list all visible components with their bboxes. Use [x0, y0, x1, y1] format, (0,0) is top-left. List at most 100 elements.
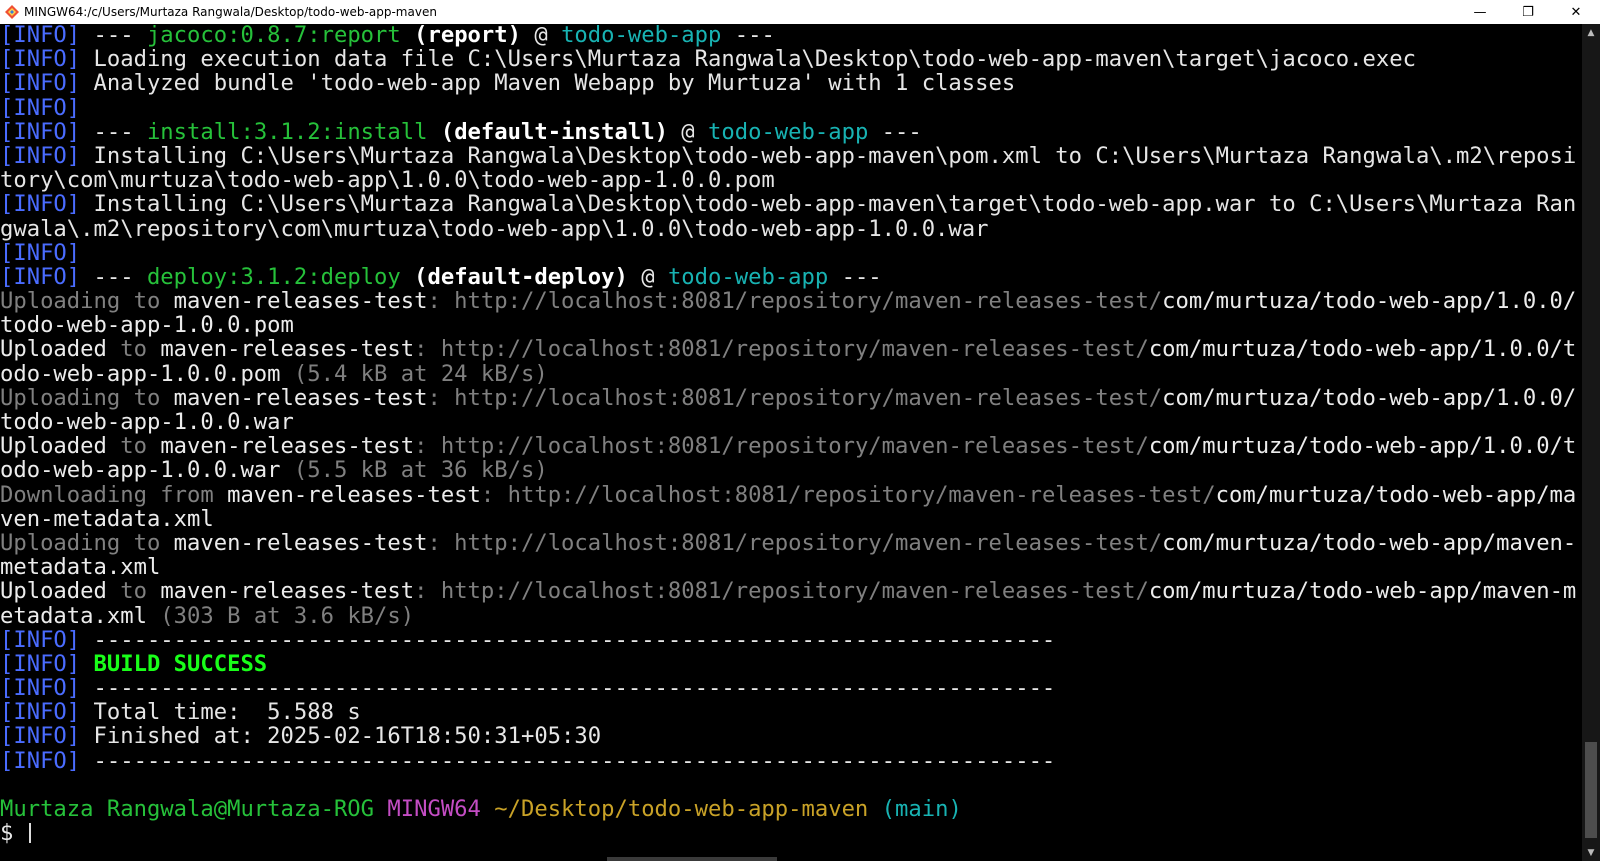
terminal-text: : http://localhost:8081/repository/maven…: [414, 336, 1149, 363]
terminal-line: Murtaza Rangwala@Murtaza-ROG MINGW64 ~/D…: [0, 797, 1582, 821]
window-title: MINGW64:/c/Users/Murtaza Rangwala/Deskto…: [24, 5, 437, 19]
scroll-down-arrow-icon[interactable]: ▼: [1582, 844, 1600, 861]
terminal-text: todo-web-app-1.0.0.war: [0, 409, 294, 435]
terminal-text: ~/Desktop/todo-web-app-maven: [494, 796, 869, 822]
log-level-tag: [INFO]: [0, 699, 81, 726]
terminal-text: ----------------------------------------…: [80, 747, 1056, 774]
terminal-text: metadata.xml: [0, 554, 161, 581]
terminal-text: to: [106, 578, 161, 605]
terminal-line: etadata.xml (303 B at 3.6 kB/s): [0, 602, 1582, 629]
terminal-text: com/murtuza/todo-web-app/1.0.0/t: [1148, 433, 1577, 460]
terminal-line: [INFO] Total time: 5.588 s: [0, 700, 1582, 724]
terminal-line: odo-web-app-1.0.0.pom (5.4 kB at 24 kB/s…: [0, 362, 1582, 386]
terminal-text: ---: [721, 23, 775, 48]
log-level-tag: [INFO]: [0, 747, 81, 774]
terminal-line: Uploading to maven-releases-test: http:/…: [0, 386, 1582, 410]
terminal-text: todo-web-app: [561, 23, 722, 48]
terminal-text: maven-releases-test: [173, 384, 428, 411]
log-level-tag: [INFO]: [0, 191, 81, 218]
prompt-line[interactable]: $: [0, 821, 1582, 845]
terminal-text: ven-metadata.xml: [0, 505, 214, 532]
terminal-line: [INFO] ---------------------------------…: [0, 628, 1582, 652]
terminal-text: Total time: 5.588 s: [80, 699, 361, 726]
terminal-text: (report): [400, 23, 521, 48]
terminal-text: ----------------------------------------…: [80, 626, 1056, 653]
terminal-line: [INFO] Analyzed bundle 'todo-web-app Mav…: [0, 71, 1582, 95]
terminal-text: Finished at: 2025-02-16T18:50:31+05:30: [80, 723, 602, 750]
terminal-text: Downloading from: [0, 481, 228, 508]
terminal-text: MINGW64: [387, 796, 481, 822]
scrollbar-thumb[interactable]: [1585, 742, 1597, 838]
terminal-text: maven-releases-test: [173, 529, 428, 556]
terminal-text: : http://localhost:8081/repository/maven…: [480, 481, 1216, 508]
terminal-text: install:3.1.2:install: [146, 118, 428, 145]
log-level-tag: [INFO]: [0, 118, 81, 145]
terminal-line: todo-web-app-1.0.0.pom: [0, 313, 1582, 337]
terminal-text: ---: [80, 23, 147, 48]
terminal-line: [INFO] Installing C:\Users\Murtaza Rangw…: [0, 192, 1582, 216]
terminal-text: todo-web-app: [708, 118, 869, 145]
terminal-line: metadata.xml: [0, 555, 1582, 579]
maximize-button[interactable]: ❐: [1504, 0, 1552, 24]
log-level-tag: [INFO]: [0, 70, 81, 97]
terminal-text: com/murtuza/todo-web-app/1.0.0/: [1162, 288, 1577, 315]
terminal-text: etadata.xml: [0, 602, 147, 629]
terminal-text: maven-releases-test: [160, 578, 415, 605]
terminal-text: (5.5 kB at 36 kB/s): [280, 457, 548, 484]
terminal-text: maven-releases-test: [227, 481, 481, 508]
terminal-text: Uploading to: [0, 288, 174, 315]
log-level-tag: [INFO]: [0, 626, 81, 653]
terminal-text: : http://localhost:8081/repository/maven…: [427, 288, 1163, 315]
terminal-text: com/murtuza/todo-web-app/maven-m: [1148, 578, 1577, 605]
terminal-text: Uploaded: [0, 578, 107, 605]
terminal-text: odo-web-app-1.0.0.war: [0, 457, 281, 484]
log-level-tag: [INFO]: [0, 723, 81, 750]
terminal-text: (default-deploy): [400, 263, 628, 290]
close-button[interactable]: ✕: [1552, 0, 1600, 24]
terminal-line: Uploaded to maven-releases-test: http://…: [0, 579, 1582, 603]
terminal-line: odo-web-app-1.0.0.war (5.5 kB at 36 kB/s…: [0, 458, 1582, 482]
terminal-text: Analyzed bundle 'todo-web-app Maven Weba…: [80, 70, 1016, 97]
scroll-up-arrow-icon[interactable]: ▲: [1582, 24, 1600, 41]
terminal-output[interactable]: [INFO] --- jacoco:0.8.7:report (report) …: [0, 23, 1582, 861]
terminal-text: : http://localhost:8081/repository/maven…: [414, 578, 1149, 605]
terminal-text: Installing C:\Users\Murtaza Rangwala\Des…: [80, 191, 1577, 218]
terminal-text: to: [106, 336, 161, 363]
log-level-tag: [INFO]: [0, 263, 81, 290]
terminal-text: Uploaded: [0, 433, 107, 460]
log-level-tag: [INFO]: [0, 46, 81, 73]
terminal-line: Uploading to maven-releases-test: http:/…: [0, 531, 1582, 555]
terminal-text: @: [521, 23, 562, 48]
terminal-text: ---: [828, 263, 882, 290]
terminal-text: (main): [881, 796, 962, 822]
terminal-line: [INFO] Loading execution data file C:\Us…: [0, 47, 1582, 71]
terminal-line: Uploading to maven-releases-test: http:/…: [0, 289, 1582, 313]
horizontal-scroll-indicator: [607, 857, 777, 861]
terminal-line: [INFO] ---------------------------------…: [0, 676, 1582, 700]
window-titlebar[interactable]: MINGW64:/c/Users/Murtaza Rangwala/Deskto…: [0, 0, 1600, 24]
log-level-tag: [INFO]: [0, 142, 81, 169]
terminal-line: [INFO]: [0, 241, 1582, 265]
terminal-line: todo-web-app-1.0.0.war: [0, 410, 1582, 434]
terminal-line: tory\com\murtuza\todo-web-app\1.0.0\todo…: [0, 168, 1582, 192]
terminal-line: [INFO] BUILD SUCCESS: [0, 652, 1582, 676]
log-level-tag: [INFO]: [0, 650, 81, 677]
log-level-tag: [INFO]: [0, 23, 81, 48]
log-level-tag: [INFO]: [0, 94, 81, 121]
terminal-text: jacoco:0.8.7:report: [146, 23, 401, 48]
terminal-line: ven-metadata.xml: [0, 507, 1582, 531]
minimize-button[interactable]: —: [1456, 0, 1504, 24]
terminal-line: [INFO] --- install:3.1.2:install (defaul…: [0, 120, 1582, 144]
terminal-text: Murtaza Rangwala@Murtaza-ROG: [0, 796, 375, 822]
log-level-tag: [INFO]: [0, 239, 81, 266]
terminal-text: ---: [80, 118, 147, 145]
terminal-text: com/murtuza/todo-web-app/1.0.0/: [1162, 384, 1577, 411]
terminal-line: [INFO] --- deploy:3.1.2:deploy (default-…: [0, 265, 1582, 289]
terminal-text: ---: [80, 263, 147, 290]
terminal-text: Loading execution data file C:\Users\Mur…: [80, 46, 1416, 73]
vertical-scrollbar[interactable]: ▲ ▼: [1582, 24, 1600, 861]
terminal-text: @: [627, 263, 668, 290]
terminal-text: (default-install): [427, 118, 668, 145]
